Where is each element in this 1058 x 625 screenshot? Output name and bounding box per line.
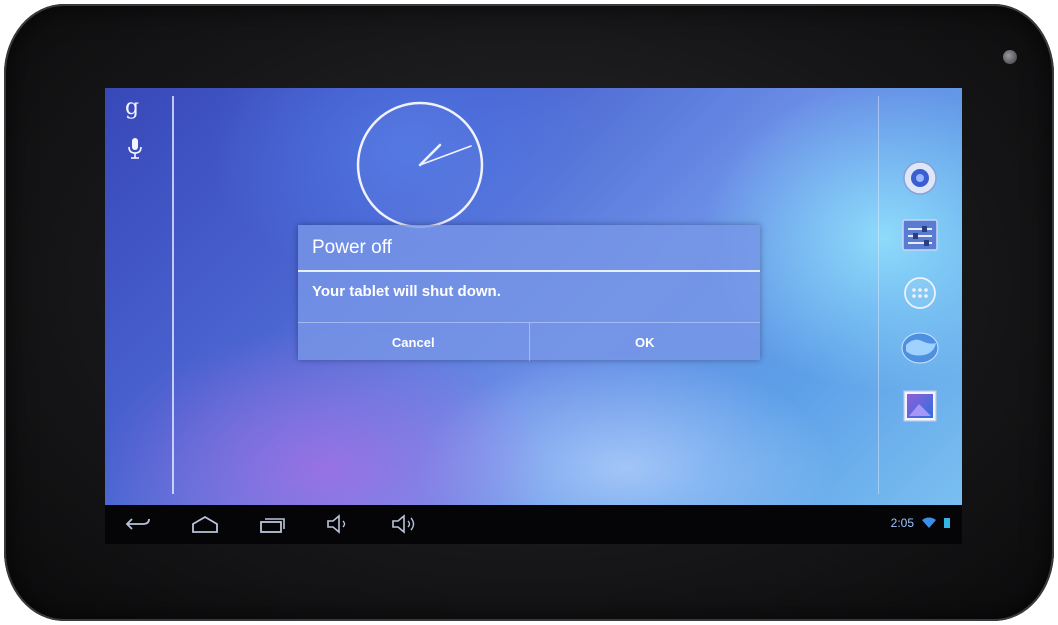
gallery-icon[interactable]	[900, 386, 940, 426]
ok-button[interactable]: OK	[528, 323, 761, 361]
all-apps-icon[interactable]	[900, 273, 940, 313]
volume-down-icon[interactable]	[324, 513, 354, 535]
battery-icon	[944, 518, 950, 528]
google-search-icon[interactable]: g	[125, 96, 139, 120]
cancel-button[interactable]: Cancel	[298, 323, 529, 361]
status-time: 2:05	[890, 516, 914, 530]
navigation-bar: 2:05	[105, 505, 962, 544]
back-icon[interactable]	[123, 513, 153, 535]
status-area[interactable]: 2:05	[891, 516, 950, 530]
analog-clock[interactable]	[355, 100, 485, 230]
microphone-icon[interactable]	[128, 138, 142, 160]
dialog-button-bar: Cancel OK	[298, 322, 760, 361]
recent-apps-icon[interactable]	[257, 513, 287, 535]
music-icon[interactable]	[900, 158, 940, 198]
browser-globe-icon[interactable]	[900, 328, 940, 368]
search-divider	[172, 96, 174, 494]
wifi-icon	[922, 517, 936, 528]
settings-icon[interactable]	[900, 215, 940, 255]
dialog-title-divider	[298, 270, 760, 272]
dialog-message: Your tablet will shut down.	[312, 283, 501, 300]
dock-divider	[878, 96, 879, 494]
favorites-dock	[885, 88, 962, 498]
volume-up-icon[interactable]	[389, 513, 419, 535]
front-camera	[1003, 50, 1017, 64]
home-icon[interactable]	[190, 513, 220, 535]
dialog-title: Power off	[312, 237, 392, 258]
search-bar: g	[105, 88, 173, 498]
tablet-screen: g Power off Your tablet will shut down. …	[105, 88, 962, 544]
power-off-dialog: Power off Your tablet will shut down. Ca…	[298, 225, 760, 361]
